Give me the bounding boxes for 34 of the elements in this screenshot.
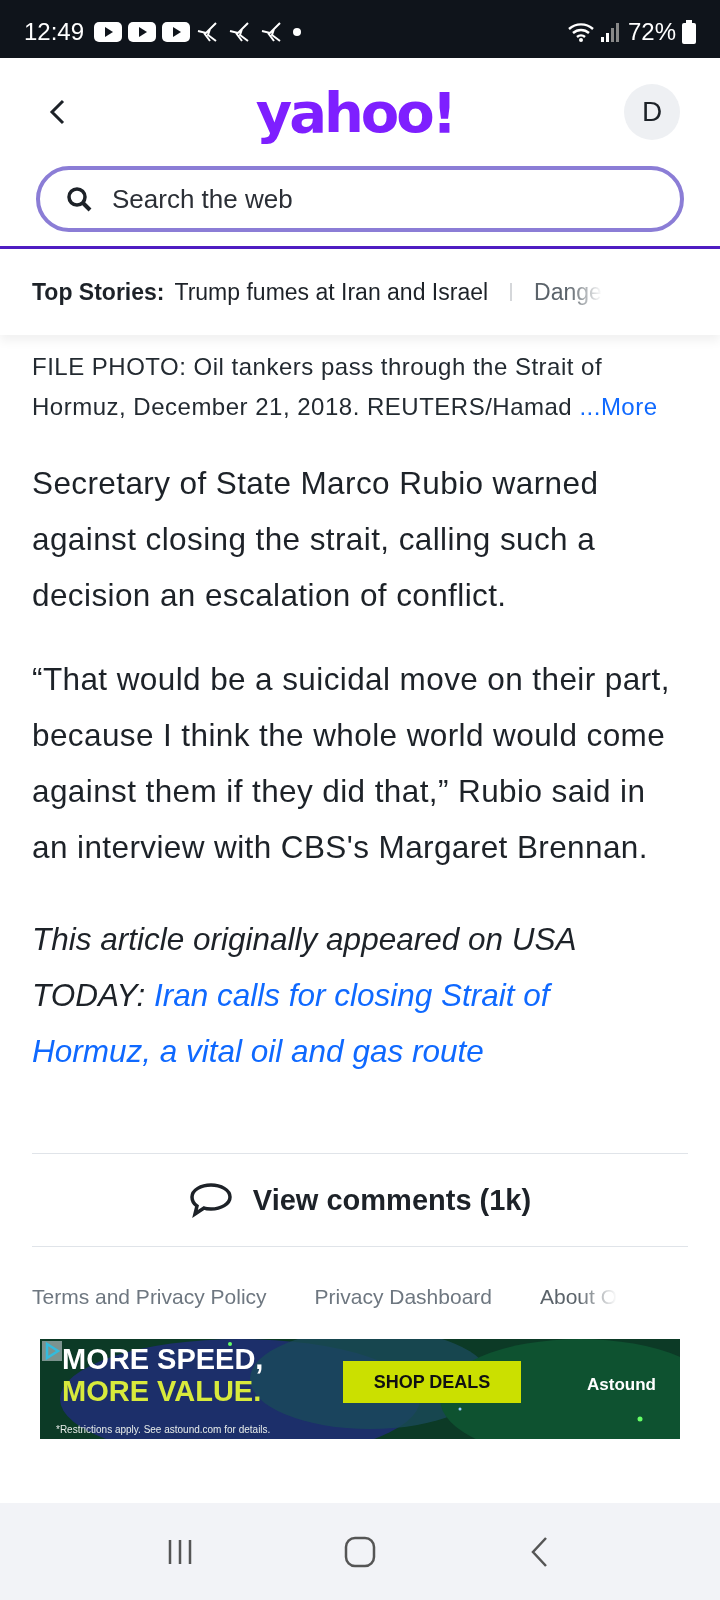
story-link[interactable]: Trump fumes at Iran and Israel (174, 278, 489, 306)
view-comments-button[interactable]: View comments (1k) (178, 1176, 542, 1224)
shop-deals-button[interactable]: SHOP DEALS (343, 1361, 521, 1403)
article-paragraph: Secretary of State Marco Rubio warned against closing the strait, calling such a decision an escalation of conflict. (31, 464, 600, 615)
battery-percent: 72% (627, 18, 676, 46)
dot-icon (292, 27, 303, 37)
wifi-icon (567, 21, 594, 43)
avatar[interactable]: D (624, 84, 680, 140)
video-app-icon (94, 22, 123, 42)
search-icon (66, 186, 92, 212)
footer-link[interactable]: Privacy Dashboard (314, 1285, 492, 1309)
ad-headline: MORE SPEED, (62, 1343, 264, 1375)
article-link[interactable]: Iran calls for closing Strait of (153, 977, 550, 1013)
more-link[interactable]: ...More (579, 393, 658, 420)
video-app-icon (162, 22, 191, 42)
top-stories-label: Top Stories: (32, 278, 165, 306)
clock-time: 12:49 (24, 18, 85, 46)
story-link[interactable]: Dange (534, 278, 602, 306)
footer-link[interactable]: About O (540, 1285, 618, 1309)
article-paragraph: “That would be a suicidal move on their part, because I think the whole world would come against them if they did that,” Rubio said in an interview with CBS's Margaret Brennan. (31, 660, 671, 867)
footer-link[interactable]: Terms and Privacy Policy (32, 1285, 267, 1309)
logo[interactable]: yahoo! (255, 79, 455, 145)
speech-bubble-icon (188, 1182, 233, 1218)
attribution-text: This article originally appeared on USA TODAY: Iran calls for closing Strait of Hormuz, a vital oil and gas route (31, 920, 577, 1071)
ad-brand: Astound (587, 1375, 656, 1395)
ad-headline: MORE VALUE. (62, 1375, 263, 1407)
back-icon[interactable] (48, 98, 66, 126)
signal-icon (599, 21, 622, 43)
photo-caption: FILE PHOTO: Oil tankers pass through the Strait of Hormuz, December 21, 2018. REUTERS/Hamad ...More (31, 352, 659, 422)
search-field[interactable]: Search the web (36, 166, 684, 232)
battery-icon (682, 20, 696, 44)
ad-fine-print: *Restrictions apply. See astound.com for details. (56, 1424, 271, 1435)
article-link[interactable]: Hormuz, a vital oil and gas route (32, 1033, 484, 1069)
video-app-icon (128, 22, 157, 42)
